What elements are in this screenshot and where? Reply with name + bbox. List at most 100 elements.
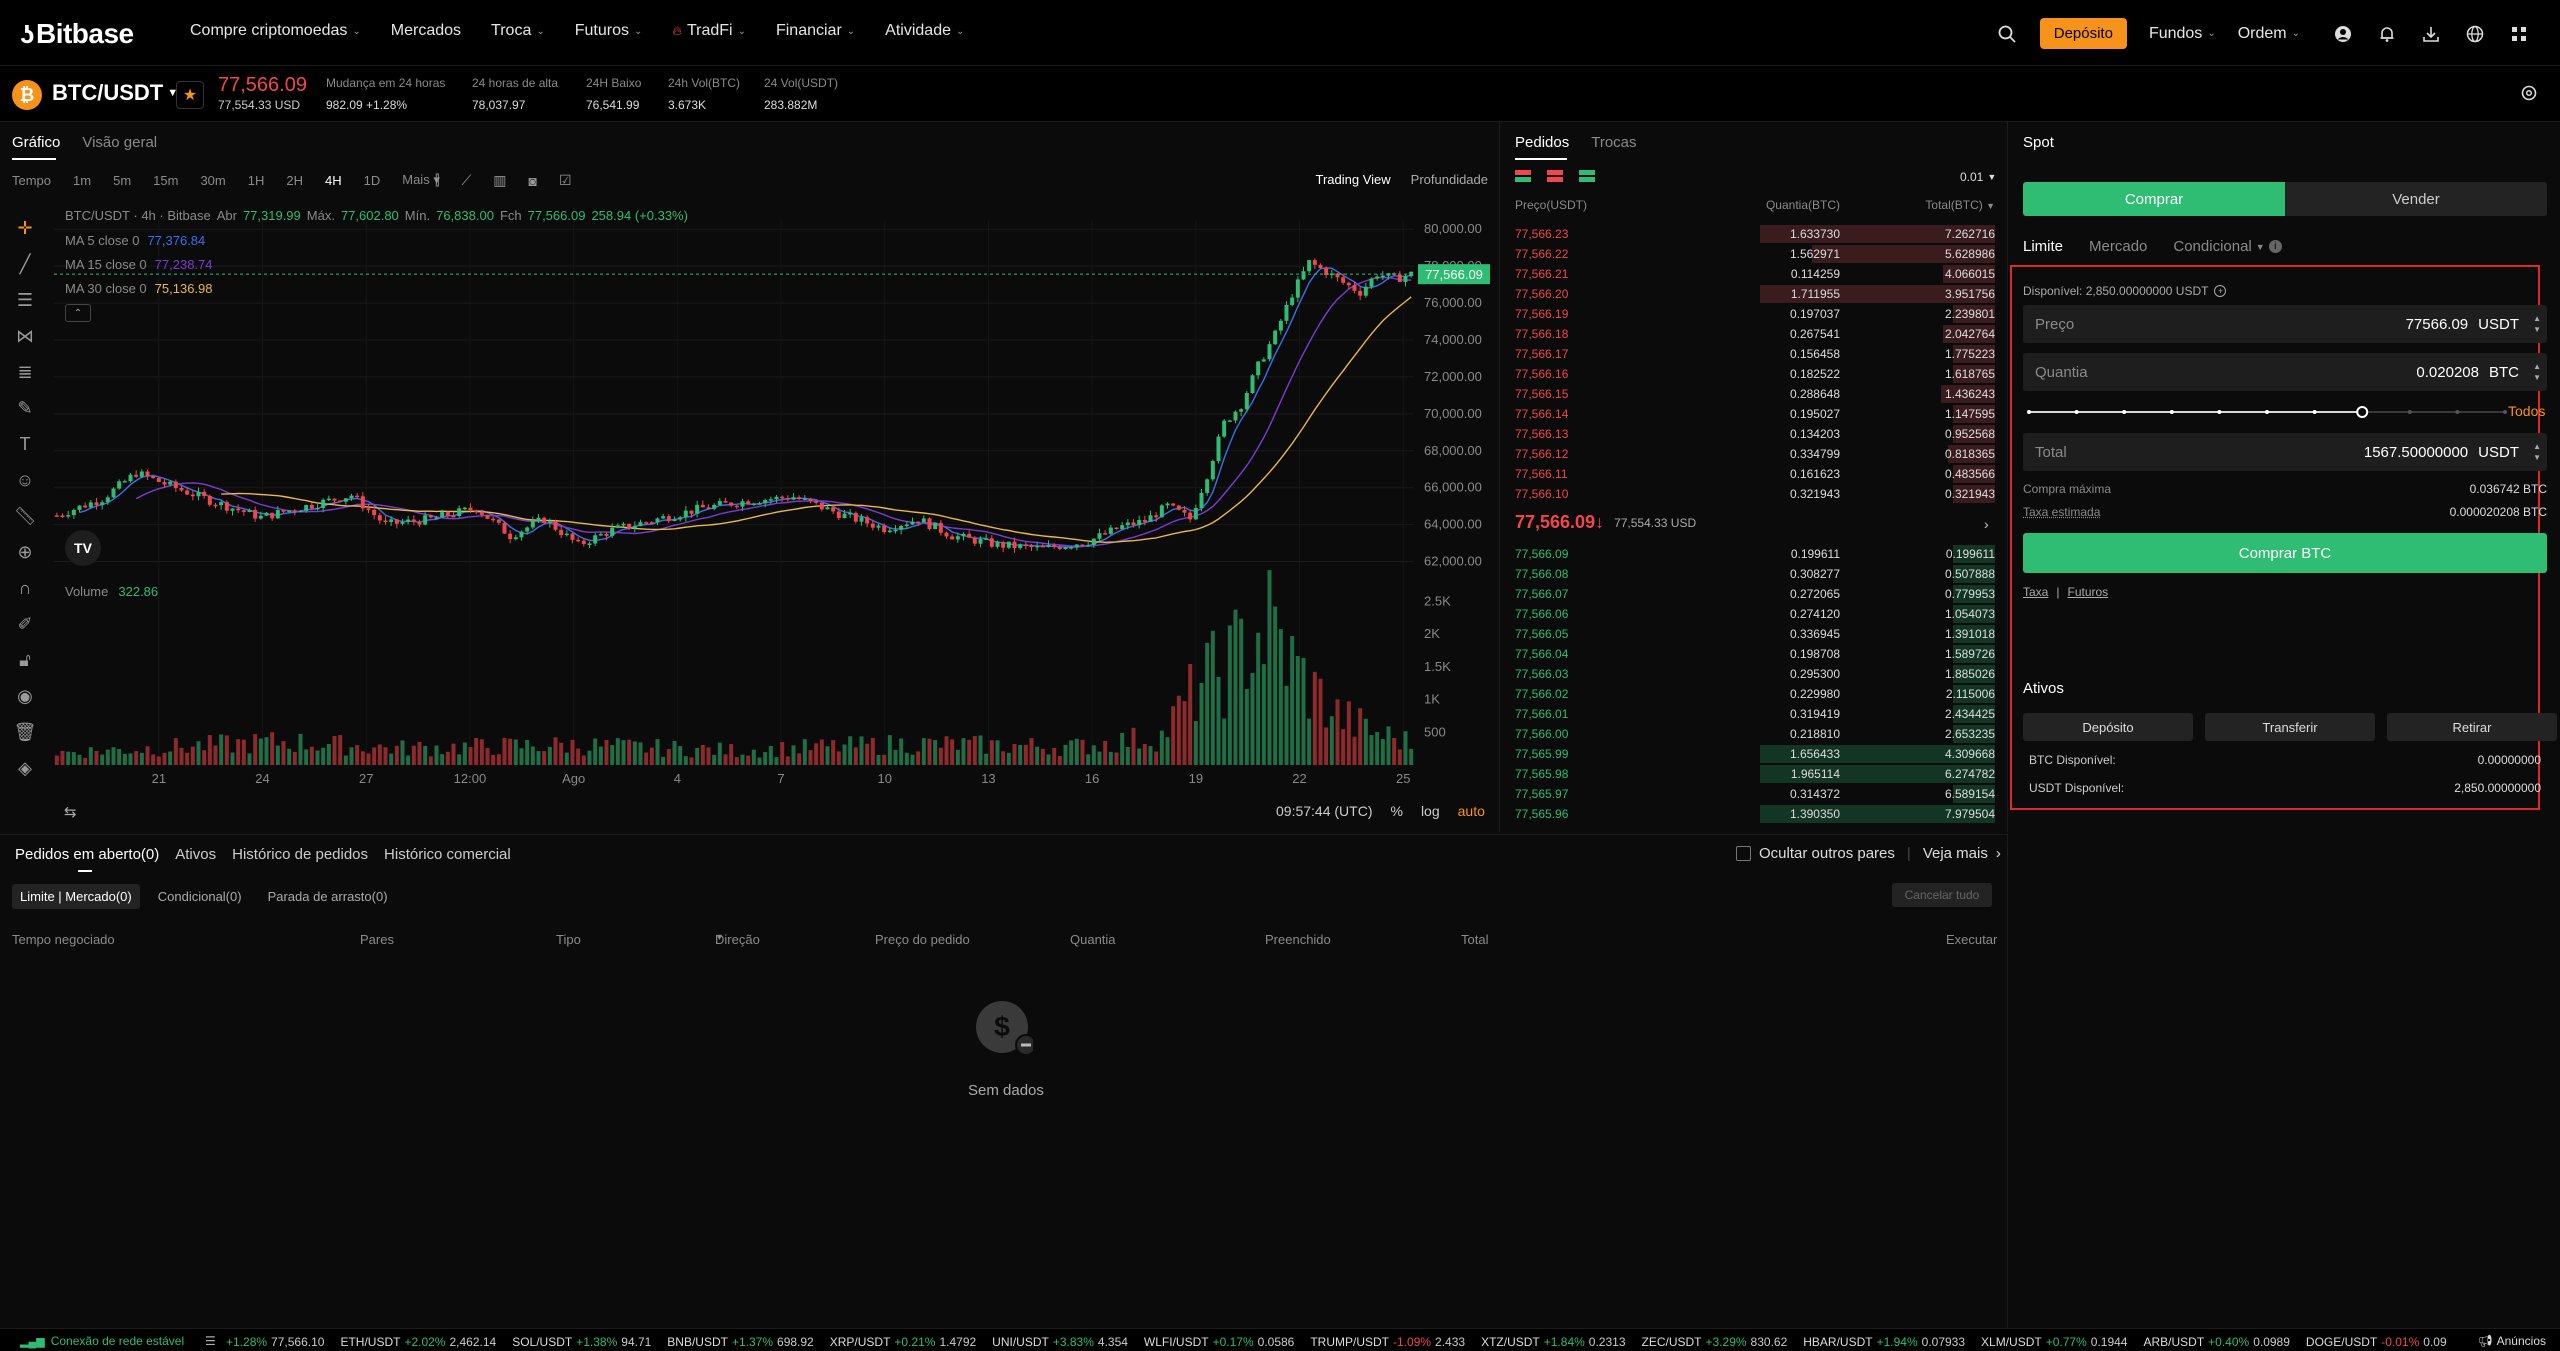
camera-icon[interactable]: ◙	[529, 173, 537, 189]
favorite-star-icon[interactable]: ★	[176, 81, 204, 109]
ticker-item[interactable]: TRUMP/USDT -1.09% 2.433	[1310, 1335, 1465, 1349]
tab-open-orders[interactable]: Pedidos em aberto(0)	[15, 846, 159, 863]
trend-line-icon[interactable]: ╱	[10, 246, 40, 282]
ticker-item[interactable]: ETH/USDT +2.02% 2,462.14	[340, 1335, 496, 1349]
ask-row[interactable]: 77,566.19 0.197037 2.239801	[1515, 304, 1995, 324]
candle-type-icon[interactable]: ⫿	[435, 172, 439, 189]
tradingview-logo[interactable]: TV	[65, 530, 101, 566]
bid-row[interactable]: 77,566.02 0.229980 2.115006	[1515, 684, 1995, 704]
nav-item-3[interactable]: Futuros ⌄	[575, 22, 643, 40]
funds-menu[interactable]: Fundos ⌄	[2149, 25, 2216, 43]
search-icon[interactable]	[1996, 23, 2018, 45]
brush-icon[interactable]: ✎	[10, 390, 40, 426]
ticker-item[interactable]: WLFI/USDT +0.17% 0.0586	[1144, 1335, 1294, 1349]
order-menu[interactable]: Ordem ⌄	[2238, 25, 2300, 43]
buy-btc-button[interactable]: Comprar BTC	[2023, 533, 2547, 573]
ticker-item[interactable]: BNB/USDT +1.37% 698.92	[667, 1335, 813, 1349]
brand-logo[interactable]: ʖ Bitbase	[20, 18, 134, 50]
tab-trades[interactable]: Trocas	[1591, 134, 1636, 151]
ticker-item[interactable]: ZEC/USDT +3.29% 830.62	[1642, 1335, 1788, 1349]
ask-row[interactable]: 77,566.10 0.321943 0.321943	[1515, 484, 1995, 504]
fee-label[interactable]: Taxa estimada	[2023, 505, 2100, 519]
chevron-right-icon[interactable]: ›	[1984, 516, 1989, 532]
nav-item-4[interactable]: 🔥︎ TradFi ⌄	[672, 22, 746, 40]
stepper-arrows-icon[interactable]: ▲ ▼	[2533, 361, 2541, 383]
bid-row[interactable]: 77,566.01 0.319419 2.434425	[1515, 704, 1995, 724]
subtab-limit-market[interactable]: Limite | Mercado(0)	[12, 884, 140, 909]
subtab-trailing-stop[interactable]: Parada de arrasto(0)	[260, 884, 396, 909]
ask-row[interactable]: 77,566.22 1.562971 5.628986	[1515, 244, 1995, 264]
layers-icon[interactable]: ◈	[10, 750, 40, 786]
ruler-icon[interactable]: 📏︎	[10, 498, 40, 534]
view-0[interactable]: Trading View	[1316, 172, 1391, 187]
asset-withdraw-button[interactable]: Retirar	[2387, 713, 2557, 741]
ticker-item[interactable]: DOGE/USDT -0.01% 0.09	[2306, 1335, 2447, 1349]
tab-order-history[interactable]: Histórico de pedidos	[232, 846, 368, 863]
ask-row[interactable]: 77,566.16 0.182522 1.618765	[1515, 364, 1995, 384]
bid-row[interactable]: 77,565.99 1.656433 4.309668	[1515, 744, 1995, 764]
stepper-arrows-icon[interactable]: ▲ ▼	[2533, 313, 2541, 335]
trash-icon[interactable]: 🗑︎	[10, 714, 40, 750]
ticker-item[interactable]: SOL/USDT +1.38% 94.71	[512, 1335, 651, 1349]
ask-row[interactable]: 77,566.17 0.156458 1.775223	[1515, 344, 1995, 364]
lock-icon[interactable]: 🔓︎	[10, 642, 40, 678]
quantity-slider[interactable]	[2025, 406, 2525, 418]
stepper-arrows-icon[interactable]: ▲ ▼	[2533, 441, 2541, 463]
subtab-conditional[interactable]: Condicional(0)	[150, 884, 250, 909]
horizontal-lines-icon[interactable]: ☰	[10, 282, 40, 318]
fee-link[interactable]: Taxa	[2023, 585, 2048, 599]
zoom-in-icon[interactable]: ⊕	[10, 534, 40, 570]
tab-market[interactable]: Mercado	[2089, 238, 2147, 255]
bid-row[interactable]: 77,566.07 0.272065 0.779953	[1515, 584, 1995, 604]
ask-row[interactable]: 77,566.18 0.267541 2.042764	[1515, 324, 1995, 344]
asset-transfer-button[interactable]: Transferir	[2205, 713, 2375, 741]
magnet-icon[interactable]: ∩	[10, 570, 40, 606]
bid-row[interactable]: 77,566.00 0.218810 2.653235	[1515, 724, 1995, 744]
ask-row[interactable]: 77,566.13 0.134203 0.952568	[1515, 424, 1995, 444]
cancel-all-button[interactable]: Cancelar tudo	[1892, 883, 1992, 907]
sell-tab[interactable]: Vender	[2285, 182, 2547, 216]
bid-row[interactable]: 77,566.09 0.199611 0.199611	[1515, 544, 1995, 564]
quantity-field[interactable]: Quantia 0.020208 BTC ▲ ▼	[2023, 353, 2547, 391]
price-chart[interactable]: 80,000.0078,000.0076,000.0074,000.0072,0…	[54, 200, 1494, 800]
view-1[interactable]: Profundidade	[1411, 172, 1488, 187]
interval-7[interactable]: 4H	[325, 173, 342, 188]
slider-handle[interactable]	[2356, 406, 2369, 418]
bid-row[interactable]: 77,566.04 0.198708 1.589726	[1515, 644, 1995, 664]
bid-row[interactable]: 77,565.98 1.965114 6.274782	[1515, 764, 1995, 784]
add-funds-icon[interactable]: +	[2214, 285, 2227, 297]
bid-row[interactable]: 77,566.06 0.274120 1.054073	[1515, 604, 1995, 624]
nav-item-6[interactable]: Atividade ⌄	[885, 22, 964, 40]
bid-row[interactable]: 77,566.08 0.308277 0.507888	[1515, 564, 1995, 584]
interval-5[interactable]: 1H	[248, 173, 265, 188]
tab-chart-1[interactable]: Visão geral	[82, 134, 157, 151]
user-icon[interactable]	[2332, 23, 2354, 45]
interval-2[interactable]: 5m	[113, 173, 131, 188]
pattern-icon[interactable]: ⋈	[10, 318, 40, 354]
hide-pairs-checkbox[interactable]	[1736, 846, 1751, 861]
info-icon[interactable]: i	[2268, 240, 2282, 253]
text-icon[interactable]: T	[10, 426, 40, 462]
collapse-legend-button[interactable]: ⌃	[65, 304, 91, 322]
auto-scale-toggle[interactable]: auto	[1458, 803, 1485, 819]
bar-chart-icon[interactable]: ▥	[493, 172, 506, 189]
download-icon[interactable]	[2420, 23, 2442, 45]
interval-8[interactable]: 1D	[364, 173, 381, 188]
asset-deposit-button[interactable]: Depósito	[2023, 713, 2193, 741]
total-field[interactable]: Total 1567.50000000 USDT ▲ ▼	[2023, 433, 2547, 471]
ask-row[interactable]: 77,566.20 1.711955 3.951756	[1515, 284, 1995, 304]
interval-4[interactable]: 30m	[200, 173, 225, 188]
buy-tab[interactable]: Comprar	[2023, 182, 2285, 216]
bid-row[interactable]: 77,565.97 0.314372 6.589154	[1515, 784, 1995, 804]
tab-orders[interactable]: Pedidos	[1515, 134, 1569, 151]
nav-item-2[interactable]: Troca ⌄	[491, 22, 545, 40]
ticker-item[interactable]: XLM/USDT +0.77% 0.1944	[1981, 1335, 2127, 1349]
bids-only-icon[interactable]	[1579, 170, 1595, 184]
tab-conditional[interactable]: Condicional ▼ i	[2173, 238, 2282, 255]
checklist-icon[interactable]: ☑	[559, 172, 572, 189]
tab-limit[interactable]: Limite	[2023, 238, 2063, 255]
ticker-item[interactable]: UNI/USDT +3.83% 4.354	[992, 1335, 1128, 1349]
date-range-icon[interactable]: ⇆	[64, 803, 77, 821]
see-more-link[interactable]: Veja mais	[1923, 845, 1988, 862]
interval-3[interactable]: 15m	[153, 173, 178, 188]
